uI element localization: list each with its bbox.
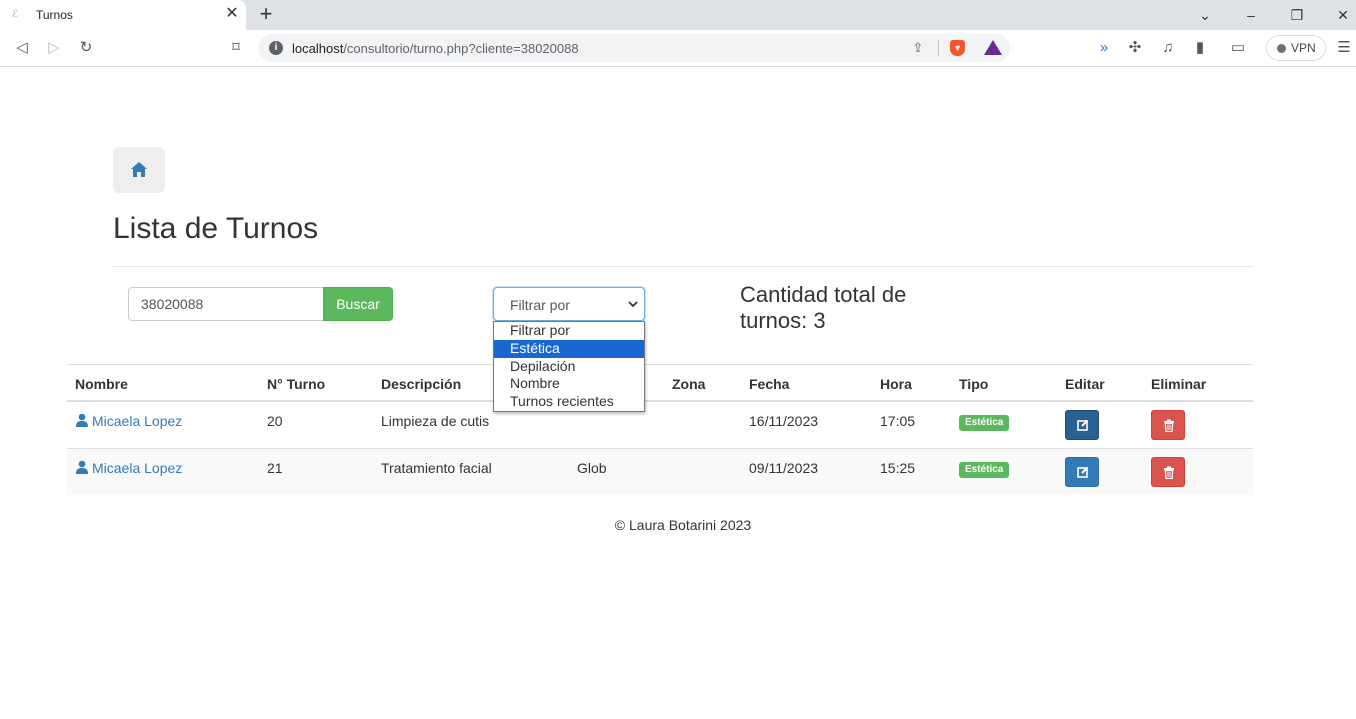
header-descripcion: Descripción [381, 376, 462, 392]
browser-toolbar: ◁ ▷ ↻ ⌑ i localhost/consultorio/turno.ph… [0, 30, 1356, 67]
header-hora: Hora [880, 376, 912, 392]
footer-text: © Laura Botarini 2023 [614, 517, 752, 533]
extensions-icon[interactable]: ✣ [1125, 38, 1145, 58]
header-editar: Editar [1065, 376, 1105, 392]
trash-icon [1164, 419, 1174, 432]
divider [113, 266, 1253, 267]
client-name: Micaela Lopez [92, 460, 183, 476]
turno-hora: 15:25 [880, 460, 916, 476]
delete-button[interactable] [1151, 410, 1185, 440]
site-info-icon[interactable]: i [269, 41, 283, 55]
edit-button[interactable] [1065, 457, 1099, 487]
total-count: Cantidad total de turnos: 3 [740, 282, 907, 333]
header-turno: N° Turno [267, 376, 326, 392]
share-icon[interactable]: ⇪ [910, 40, 926, 56]
new-tab-button[interactable]: + [256, 3, 276, 25]
table-row: Micaela Lopez 21 Tratamiento facial Glob… [67, 448, 1253, 495]
header-fecha: Fecha [749, 376, 790, 392]
brave-rewards-icon[interactable] [984, 40, 1002, 55]
table-row: Micaela Lopez 20 Limpieza de cutis 16/11… [67, 401, 1253, 448]
edit-button[interactable] [1065, 410, 1099, 440]
reload-icon[interactable]: ↻ [76, 38, 96, 58]
edit-icon [1077, 466, 1089, 478]
turno-detalle: Glob [577, 460, 607, 476]
trash-icon [1164, 466, 1174, 479]
table-header: Nombre N° Turno Descripción Zona Fecha H… [67, 364, 1253, 402]
turno-number: 20 [267, 413, 283, 429]
page-title: Lista de Turnos [113, 212, 319, 245]
header-zona: Zona [672, 376, 706, 392]
forward-icon[interactable]: ▷ [44, 38, 64, 58]
minimize-icon[interactable]: – [1241, 5, 1261, 25]
address-bar[interactable]: i localhost/consultorio/turno.php?client… [258, 34, 1010, 62]
turno-fecha: 09/11/2023 [749, 460, 819, 476]
favicon-icon: ℰ [12, 9, 19, 20]
turno-fecha: 16/11/2023 [749, 413, 819, 429]
header-tipo: Tipo [959, 376, 989, 392]
delete-button[interactable] [1151, 457, 1185, 487]
user-icon [76, 460, 88, 474]
filter-option-recientes[interactable]: Turnos recientes [494, 393, 644, 411]
restore-icon[interactable]: ❐ [1287, 5, 1307, 25]
search-input[interactable] [128, 287, 324, 321]
bookmark-icon[interactable]: ⌑ [226, 38, 246, 58]
url-path: /consultorio/turno.php?cliente=38020088 [343, 41, 579, 56]
tipo-badge: Estética [959, 415, 1010, 431]
tab-search-icon[interactable]: ⌄ [1195, 5, 1215, 25]
filter-option-nombre[interactable]: Nombre [494, 375, 644, 393]
media-icon[interactable]: ♫ [1158, 38, 1178, 58]
menu-icon[interactable]: ☰ [1334, 38, 1354, 58]
chevron-down-icon [628, 301, 638, 308]
url-host: localhost [292, 41, 344, 56]
header-eliminar: Eliminar [1151, 376, 1207, 392]
edit-icon [1077, 419, 1089, 431]
filter-selected-value: Filtrar por [510, 297, 570, 313]
vpn-status-icon [1277, 44, 1286, 53]
turno-number: 21 [267, 460, 283, 476]
url-text[interactable]: localhost/consultorio/turno.php?cliente=… [292, 41, 579, 56]
filter-option-depilacion[interactable]: Depilación [494, 358, 644, 376]
tipo-badge: Estética [959, 462, 1010, 478]
filter-select[interactable]: Filtrar por [493, 287, 645, 321]
tab-title: Turnos [36, 8, 73, 22]
client-name: Micaela Lopez [92, 413, 183, 429]
window-close-icon[interactable]: ✕ [1333, 5, 1353, 25]
wallet-icon[interactable]: ▭ [1228, 38, 1248, 58]
header-nombre: Nombre [75, 376, 128, 392]
speedreader-icon[interactable]: » [1094, 38, 1114, 58]
filter-option-filtrar[interactable]: Filtrar por [494, 322, 644, 340]
turno-descripcion: Limpieza de cutis [381, 413, 490, 429]
search-button[interactable]: Buscar [323, 287, 393, 321]
user-icon [76, 413, 88, 427]
vpn-label: VPN [1291, 41, 1316, 55]
tab-close-icon[interactable]: ✕ [224, 6, 240, 22]
browser-tab[interactable]: ℰ Turnos ✕ [0, 0, 246, 30]
browser-tab-bar: ℰ Turnos ✕ + ⌄ – ❐ ✕ [0, 0, 1356, 30]
home-button[interactable] [113, 147, 165, 193]
client-name-link[interactable]: Micaela Lopez [75, 460, 182, 476]
vpn-button[interactable]: VPN [1266, 35, 1326, 61]
sidebar-icon[interactable]: ▮ [1190, 38, 1210, 58]
omnibox-divider [938, 40, 939, 56]
back-icon[interactable]: ◁ [12, 38, 32, 58]
home-icon [131, 162, 147, 177]
turno-hora: 17:05 [880, 413, 916, 429]
turno-descripcion: Tratamiento facial [381, 460, 492, 476]
filter-option-estetica[interactable]: Estética [494, 339, 644, 358]
filter-dropdown-list: Filtrar por Estética Depilación Nombre T… [493, 321, 645, 412]
client-name-link[interactable]: Micaela Lopez [75, 413, 182, 429]
brave-shields-icon[interactable]: ▼ [950, 40, 965, 56]
